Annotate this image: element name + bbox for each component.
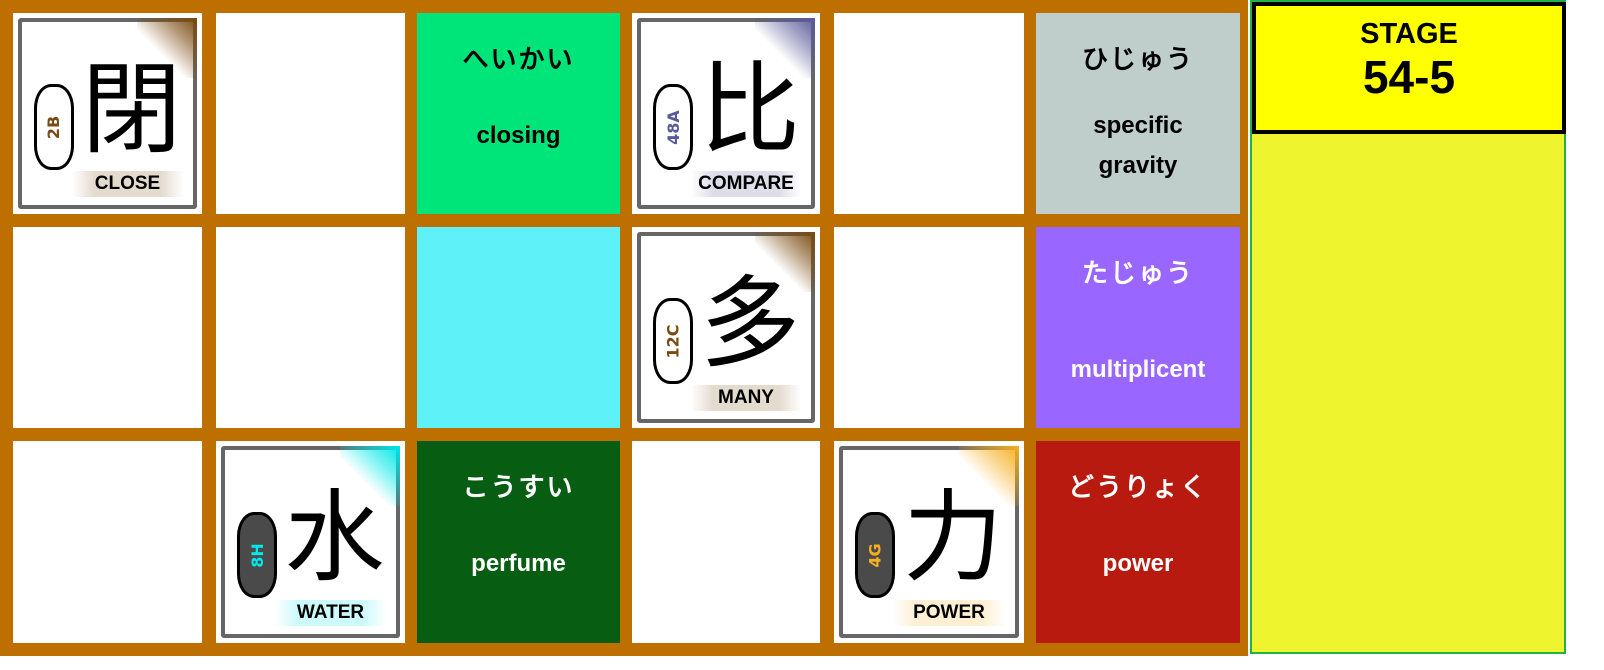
empty-cell[interactable] bbox=[632, 441, 820, 643]
cloud-icon: 12C bbox=[653, 298, 693, 384]
kanji-character: 多 bbox=[700, 265, 800, 382]
kanji-character: 比 bbox=[700, 51, 800, 168]
empty-cell[interactable] bbox=[834, 13, 1024, 214]
empty-cell[interactable] bbox=[834, 227, 1024, 428]
kanji-character: 力 bbox=[903, 479, 1003, 596]
word-english: closing bbox=[476, 122, 561, 149]
kanji-card[interactable]: 12C 多 MANY bbox=[632, 227, 820, 428]
kanji-code: 4G bbox=[865, 542, 885, 568]
stage-indicator: STAGE 54-5 bbox=[1252, 2, 1566, 134]
empty-cell[interactable] bbox=[216, 227, 405, 428]
kanji-code: 48A bbox=[663, 109, 683, 145]
card-frame: 2B 閉 CLOSE bbox=[18, 18, 197, 209]
kanji-card[interactable]: 48A 比 COMPARE bbox=[632, 13, 820, 214]
card-frame: 12C 多 MANY bbox=[637, 232, 815, 423]
word-tile[interactable]: へいかい closing bbox=[417, 13, 620, 214]
word-english: perfume bbox=[471, 550, 566, 577]
kanji-meaning: CLOSE bbox=[72, 171, 183, 197]
word-english: specific gravity bbox=[1093, 112, 1183, 179]
word-kana: へいかい bbox=[462, 45, 575, 75]
kanji-card[interactable]: 8H 水 WATER bbox=[216, 441, 405, 643]
kanji-code: 2B bbox=[44, 115, 64, 139]
cloud-icon: 48A bbox=[653, 84, 693, 170]
empty-cell[interactable] bbox=[13, 227, 202, 428]
word-tile[interactable]: ひじゅう specific gravity bbox=[1036, 13, 1240, 214]
card-frame: 4G 力 POWER bbox=[839, 446, 1019, 638]
kanji-meaning: MANY bbox=[691, 385, 801, 411]
kanji-meaning: POWER bbox=[893, 600, 1005, 626]
empty-cell[interactable] bbox=[216, 13, 405, 214]
word-kana: たじゅう bbox=[1081, 259, 1194, 289]
word-kana: ひじゅう bbox=[1081, 45, 1194, 75]
card-frame: 48A 比 COMPARE bbox=[637, 18, 815, 209]
word-kana: こうすい bbox=[462, 473, 575, 503]
kanji-character: 閉 bbox=[81, 51, 182, 168]
card-frame: 8H 水 WATER bbox=[221, 446, 400, 638]
kanji-meaning: WATER bbox=[275, 600, 386, 626]
cloud-icon: 8H bbox=[237, 512, 277, 598]
kanji-card[interactable]: 4G 力 POWER bbox=[834, 441, 1024, 643]
cloud-icon: 4G bbox=[855, 512, 895, 598]
word-tile[interactable]: たじゅう multiplicent bbox=[1036, 227, 1240, 428]
word-kana: どうりょく bbox=[1067, 473, 1208, 503]
empty-cell[interactable] bbox=[13, 441, 202, 643]
kanji-code: 12C bbox=[663, 323, 683, 359]
stage-number: 54-5 bbox=[1362, 51, 1456, 103]
kanji-character: 水 bbox=[284, 479, 385, 596]
game-board: 2B 閉 CLOSE へいかい closing 48A 比 COMPARE ひじ… bbox=[0, 0, 1248, 656]
cloud-icon: 2B bbox=[34, 84, 74, 170]
word-english: power bbox=[1102, 550, 1174, 577]
word-tile[interactable]: こうすい perfume bbox=[417, 441, 620, 643]
colored-tile[interactable] bbox=[417, 227, 620, 428]
word-english: multiplicent bbox=[1070, 356, 1206, 383]
kanji-meaning: COMPARE bbox=[691, 171, 801, 197]
stage-label: STAGE bbox=[1360, 18, 1458, 50]
word-tile[interactable]: どうりょく power bbox=[1036, 441, 1240, 643]
kanji-code: 8H bbox=[247, 542, 267, 568]
kanji-card[interactable]: 2B 閉 CLOSE bbox=[13, 13, 202, 214]
